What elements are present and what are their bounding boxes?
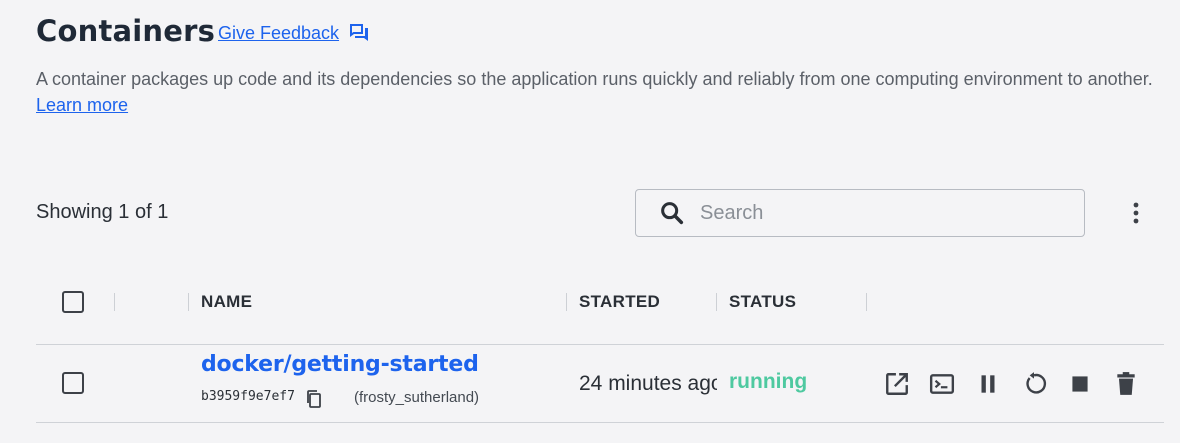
terminal-icon — [929, 374, 955, 394]
open-in-browser-button[interactable] — [883, 370, 911, 398]
column-header-started[interactable]: STARTED — [579, 292, 660, 312]
delete-icon — [1117, 372, 1135, 395]
column-header-name[interactable]: NAME — [201, 292, 252, 312]
description-text: A container packages up code and its dep… — [36, 69, 1153, 89]
open-in-browser-icon — [886, 373, 908, 395]
search-box[interactable] — [635, 189, 1085, 237]
terminal-button[interactable] — [928, 370, 956, 398]
search-input[interactable] — [700, 201, 1060, 225]
table-header-divider — [36, 344, 1164, 345]
container-id: b3959f9e7ef7 — [201, 389, 295, 404]
delete-button[interactable] — [1112, 370, 1140, 398]
restart-button[interactable] — [1020, 370, 1048, 398]
container-alias: (frosty_sutherland) — [354, 389, 480, 406]
page-title: Containers — [36, 14, 216, 48]
restart-icon — [1026, 372, 1047, 394]
stop-icon — [1072, 376, 1088, 392]
copy-icon[interactable] — [305, 389, 323, 409]
learn-more-link[interactable]: Learn more — [36, 95, 128, 115]
more-options-button[interactable] — [1122, 199, 1150, 227]
column-divider — [716, 293, 717, 311]
search-icon — [661, 202, 684, 225]
give-feedback-label: Give Feedback — [218, 22, 340, 43]
feedback-chat-icon — [350, 24, 369, 41]
page-description: A container packages up code and its dep… — [36, 66, 1156, 118]
column-divider — [866, 293, 867, 311]
status-badge: running — [729, 370, 808, 393]
pause-button[interactable] — [974, 370, 1002, 398]
results-count: Showing 1 of 1 — [36, 201, 169, 223]
table-row-divider — [36, 422, 1164, 423]
pause-icon — [981, 375, 995, 393]
column-divider — [114, 293, 115, 311]
column-header-status[interactable]: STATUS — [729, 292, 796, 312]
column-divider — [188, 293, 189, 311]
select-all-checkbox[interactable] — [62, 291, 84, 313]
vertical-dots-icon — [1133, 202, 1139, 224]
container-name-link[interactable]: docker/getting-started — [201, 352, 479, 377]
give-feedback-link[interactable]: Give Feedback — [218, 21, 371, 45]
row-select-checkbox[interactable] — [62, 372, 84, 394]
column-divider — [566, 293, 567, 311]
stop-button[interactable] — [1066, 370, 1094, 398]
started-time: 24 minutes ago — [579, 372, 717, 395]
